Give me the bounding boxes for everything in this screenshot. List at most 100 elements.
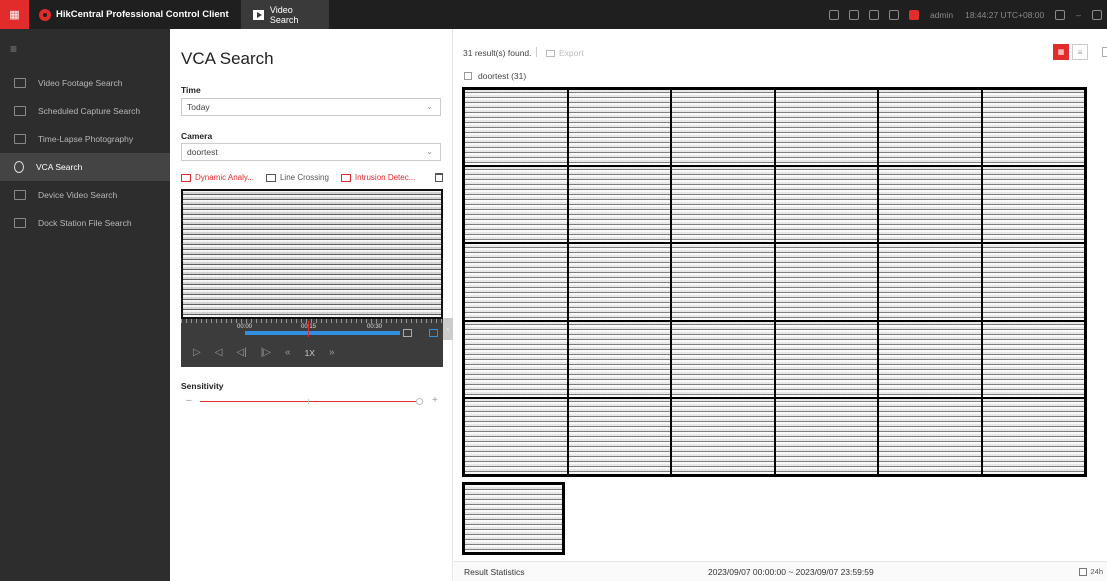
- timeline-label: 00:30: [367, 324, 383, 330]
- result-thumbnail[interactable]: [775, 398, 877, 474]
- result-thumbnail[interactable]: [672, 244, 774, 320]
- zoom-out-icon[interactable]: [403, 329, 412, 337]
- result-thumbnail[interactable]: [672, 321, 774, 397]
- sensitivity-label: Sensitivity: [181, 381, 224, 391]
- result-thumbnail[interactable]: [775, 244, 877, 320]
- result-thumbnail[interactable]: [982, 398, 1084, 474]
- frame-back-icon[interactable]: ◁|: [236, 347, 246, 358]
- result-thumbnail[interactable]: [672, 398, 774, 474]
- calendar-icon[interactable]: [868, 9, 879, 20]
- playback-timeline[interactable]: 00:00 00:15 00:30 ▷ ◁ ◁| |▷ « 1X »: [181, 319, 443, 367]
- result-thumbnail[interactable]: [879, 90, 981, 166]
- title-bar: ▦ HikCentral Professional Control Client…: [0, 0, 1107, 29]
- minus-icon[interactable]: –: [186, 395, 192, 406]
- result-thumbnail[interactable]: [465, 244, 567, 320]
- sidebar-item-video-footage-search[interactable]: Video Footage Search: [0, 69, 170, 97]
- zoom-in-icon[interactable]: [429, 329, 438, 337]
- sidebar-item-label: Device Video Search: [38, 190, 118, 200]
- rule-line-crossing[interactable]: Line Crossing: [265, 173, 329, 182]
- hikvision-logo-icon: [39, 8, 51, 21]
- camera-frame: [183, 191, 441, 317]
- search-panel: VCA Search Time Today ⌄ Camera doortest …: [170, 29, 453, 581]
- result-thumbnail[interactable]: [672, 167, 774, 243]
- result-thumbnail[interactable]: [568, 321, 670, 397]
- result-thumbnail[interactable]: [879, 398, 981, 474]
- timeline-cursor[interactable]: [308, 321, 309, 337]
- rule-label: Line Crossing: [279, 173, 329, 182]
- tool-icon[interactable]: [828, 9, 839, 20]
- lock-icon[interactable]: [888, 9, 899, 20]
- export-button[interactable]: Export: [546, 48, 584, 58]
- result-thumbnail[interactable]: [672, 90, 774, 166]
- timeline-label: 00:00: [237, 324, 253, 330]
- result-thumbnail[interactable]: [879, 321, 981, 397]
- timeline-ticks: [181, 319, 443, 323]
- restore-icon[interactable]: [1092, 9, 1102, 20]
- camera-group-checkbox[interactable]: doortest (31): [464, 71, 526, 81]
- video-icon: [252, 9, 264, 20]
- menu-icon[interactable]: ≡: [0, 29, 170, 69]
- play-icon[interactable]: ▷: [193, 347, 201, 358]
- result-thumbnail[interactable]: [775, 321, 877, 397]
- result-thumbnail[interactable]: [568, 167, 670, 243]
- checkbox[interactable]: [464, 72, 472, 80]
- result-thumbnail[interactable]: [775, 167, 877, 243]
- sidebar-item-device-video-search[interactable]: Device Video Search: [0, 181, 170, 209]
- sidebar-item-time-lapse-photography[interactable]: Time-Lapse Photography: [0, 125, 170, 153]
- result-thumbnail[interactable]: [879, 244, 981, 320]
- result-thumbnail[interactable]: [465, 398, 567, 474]
- plus-icon[interactable]: +: [432, 395, 438, 406]
- sidebar-item-vca-search[interactable]: VCA Search: [0, 153, 170, 181]
- result-thumbnail[interactable]: [879, 167, 981, 243]
- result-thumbnail[interactable]: [982, 244, 1084, 320]
- recording-bar[interactable]: [245, 331, 400, 335]
- result-thumbnail[interactable]: [465, 321, 567, 397]
- lock-screen-icon[interactable]: [1055, 9, 1066, 20]
- result-thumbnail[interactable]: [568, 90, 670, 166]
- app-grid-icon[interactable]: ▦: [0, 0, 29, 29]
- result-thumbnail[interactable]: [982, 167, 1084, 243]
- sidebar-item-scheduled-capture-search[interactable]: Scheduled Capture Search: [0, 97, 170, 125]
- camera-select-value: doortest: [187, 147, 218, 157]
- app-brand: HikCentral Professional Control Client: [39, 0, 241, 29]
- time-select[interactable]: Today ⌄: [181, 98, 441, 116]
- grid-view-icon[interactable]: ▦: [1053, 44, 1069, 60]
- result-thumbnail[interactable]: [568, 398, 670, 474]
- duration-toggle[interactable]: 24h: [1079, 567, 1103, 576]
- sensitivity-slider[interactable]: [200, 398, 423, 405]
- result-thumbnail[interactable]: [982, 321, 1084, 397]
- topbar-tools: admin 18:44:27 UTC+08:00 –: [824, 0, 1107, 29]
- panel-toggle-icon[interactable]: [1102, 47, 1107, 57]
- result-statistics-link[interactable]: Result Statistics: [464, 567, 524, 577]
- tab-video-search[interactable]: Video Search: [240, 0, 329, 29]
- video-preview[interactable]: [181, 189, 443, 319]
- rule-intrusion-detection[interactable]: Intrusion Detec...: [340, 173, 415, 182]
- user-name[interactable]: admin: [930, 10, 953, 20]
- frame-forward-icon[interactable]: |▷: [261, 347, 271, 358]
- camera-select[interactable]: doortest ⌄: [181, 143, 441, 161]
- alarm-icon[interactable]: [908, 9, 919, 20]
- device-video-icon: [14, 190, 26, 200]
- network-icon[interactable]: [848, 9, 859, 20]
- line-crossing-icon: [265, 173, 276, 182]
- slow-down-icon[interactable]: «: [285, 347, 291, 358]
- result-thumbnail[interactable]: [982, 90, 1084, 166]
- prev-frame-icon[interactable]: ◁: [215, 347, 223, 358]
- sidebar-item-dock-station-file-search[interactable]: Dock Station File Search: [0, 209, 170, 237]
- rule-dynamic-analysis[interactable]: Dynamic Analy...: [181, 173, 254, 182]
- speed-up-icon[interactable]: »: [329, 347, 335, 358]
- result-thumbnail[interactable]: [465, 90, 567, 166]
- delete-icon[interactable]: [435, 173, 443, 182]
- minimize-icon[interactable]: –: [1076, 10, 1081, 20]
- result-thumbnail[interactable]: [568, 244, 670, 320]
- time-lapse-icon: [14, 134, 26, 144]
- result-thumbnail[interactable]: [465, 167, 567, 243]
- result-thumbnail[interactable]: [775, 90, 877, 166]
- collapse-panel-icon[interactable]: ‹: [443, 318, 453, 340]
- sidebar-item-label: Scheduled Capture Search: [38, 106, 141, 116]
- export-icon: [546, 49, 555, 57]
- result-thumbnail[interactable]: [465, 485, 562, 552]
- list-view-icon[interactable]: ≡: [1072, 44, 1088, 60]
- slider-thumb[interactable]: [416, 398, 423, 405]
- search-time-range: 2023/09/07 00:00:00 ~ 2023/09/07 23:59:5…: [708, 567, 874, 577]
